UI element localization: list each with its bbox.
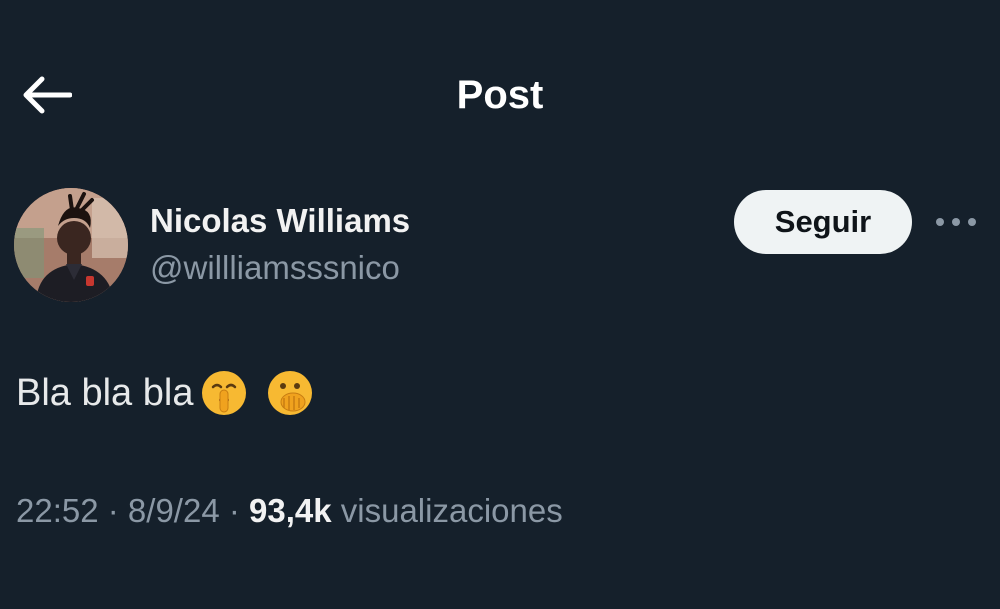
author-display-name[interactable]: Nicolas Williams — [150, 200, 410, 242]
more-options-button[interactable] — [930, 200, 982, 244]
author-handle[interactable]: @willliamsssnico — [150, 247, 400, 289]
post-time[interactable]: 22:52 — [16, 492, 99, 529]
post-date[interactable]: 8/9/24 — [128, 492, 220, 529]
meta-separator: · — [219, 492, 249, 529]
follow-button[interactable]: Seguir — [734, 190, 912, 254]
post-text: Bla bla bla — [16, 371, 194, 414]
profile-photo — [14, 188, 128, 302]
views-label: visualizaciones — [340, 492, 563, 529]
more-horizontal-icon — [936, 218, 976, 226]
face-with-hand-over-mouth-emoji — [265, 368, 315, 418]
shushing-face-emoji — [199, 368, 249, 418]
avatar[interactable] — [14, 188, 128, 302]
meta-separator: · — [98, 492, 128, 529]
top-bar: Post — [0, 0, 1000, 190]
post-body: Bla bla bla — [16, 363, 315, 423]
views-count: 93,4k — [249, 492, 332, 529]
post-meta: 22:52 · 8/9/24 · 93,4k visualizaciones — [16, 490, 563, 532]
page-title: Post — [456, 73, 544, 117]
